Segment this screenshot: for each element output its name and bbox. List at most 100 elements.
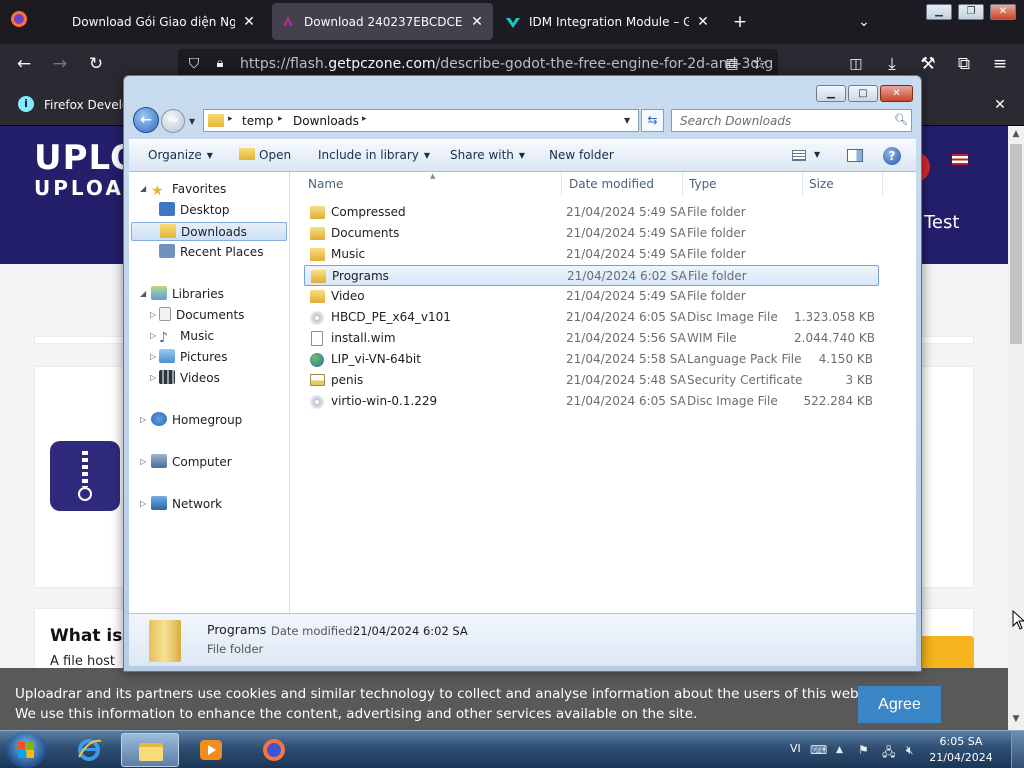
open-button[interactable]: Open: [239, 148, 291, 162]
expand-triangle-icon[interactable]: ▷: [150, 310, 156, 319]
chevron-right-icon[interactable]: ▸: [278, 114, 283, 124]
start-button[interactable]: [6, 732, 46, 768]
list-all-tabs-icon[interactable]: ⌄: [852, 10, 876, 34]
firefox-menu-icon[interactable]: [8, 10, 30, 32]
show-hidden-icons-icon[interactable]: ▲: [836, 745, 843, 755]
file-row[interactable]: install.wim 21/04/2024 5:56 SA WIM File 2.0…: [304, 328, 879, 349]
refresh-icon[interactable]: ⇆: [641, 109, 664, 132]
include-in-library-button[interactable]: Include in library ▼: [318, 148, 430, 162]
minimize-icon[interactable]: ▁: [926, 4, 952, 20]
forward-arrow-icon[interactable]: →: [161, 109, 185, 133]
nav-music[interactable]: ♪ Music: [159, 327, 214, 346]
column-date-modified[interactable]: Date modified: [563, 172, 683, 196]
chevron-down-icon[interactable]: ▼: [814, 150, 820, 159]
taskbar-internet-explorer[interactable]: [60, 733, 118, 767]
recent-pages-icon[interactable]: ▼: [189, 117, 195, 126]
tab-3[interactable]: IDM Integration Module – Get t ✕: [497, 3, 719, 40]
nav-documents[interactable]: Documents: [159, 306, 244, 325]
scroll-down-icon[interactable]: ▼: [1008, 714, 1024, 724]
minimize-icon[interactable]: ▁: [816, 85, 846, 102]
new-folder-button[interactable]: New folder: [549, 148, 614, 162]
hamburger-menu-icon[interactable]: ≡: [988, 52, 1012, 76]
close-notification-icon[interactable]: ✕: [988, 93, 1012, 117]
breadcrumb-temp[interactable]: temp: [242, 114, 273, 128]
extensions-icon[interactable]: ⧉: [952, 52, 976, 76]
tab-1[interactable]: Download Gói Giao diện Ngôn ngữ ✕: [40, 3, 265, 40]
close-tab-icon[interactable]: ✕: [241, 14, 257, 30]
expand-triangle-icon[interactable]: ▷: [140, 499, 146, 508]
action-center-flag-icon[interactable]: ⚑: [858, 743, 869, 757]
chevron-down-icon[interactable]: ▼: [624, 116, 630, 125]
taskbar-media-player[interactable]: [182, 733, 240, 767]
new-tab-icon[interactable]: +: [728, 10, 752, 34]
close-tab-icon[interactable]: ✕: [469, 14, 485, 30]
clock[interactable]: 6:05 SA 21/04/2024: [928, 734, 994, 766]
file-row[interactable]: Video 21/04/2024 5:49 SA File folder: [304, 286, 879, 307]
nav-homegroup[interactable]: Homegroup: [151, 411, 242, 430]
address-bar[interactable]: ▸ temp ▸ Downloads ▸ ▼: [203, 109, 639, 132]
scrollbar-thumb[interactable]: [1010, 144, 1022, 344]
column-size[interactable]: Size: [803, 172, 883, 196]
pocket-icon[interactable]: ◫: [844, 52, 868, 76]
back-icon[interactable]: ←: [12, 52, 36, 76]
downloads-icon[interactable]: ⤓: [880, 52, 904, 76]
nav-downloads[interactable]: Downloads: [131, 222, 287, 241]
nav-recent-places[interactable]: Recent Places: [159, 243, 263, 262]
nav-pictures[interactable]: Pictures: [159, 348, 228, 367]
input-language[interactable]: VI: [790, 742, 801, 755]
nav-network[interactable]: Network: [151, 495, 222, 514]
collapse-triangle-icon[interactable]: ◢: [140, 184, 146, 193]
show-desktop-button[interactable]: [1011, 731, 1024, 768]
nav-videos[interactable]: Videos: [159, 369, 220, 388]
breadcrumb-downloads[interactable]: Downloads: [293, 114, 359, 128]
keyboard-icon[interactable]: ⌨: [810, 743, 827, 757]
taskbar-file-explorer[interactable]: [121, 733, 179, 767]
chevron-right-icon[interactable]: ▸: [362, 114, 367, 124]
flag-icon[interactable]: [952, 154, 968, 165]
file-row[interactable]: penis 21/04/2024 5:48 SA Security Certific…: [304, 370, 879, 391]
shield-icon[interactable]: ⛉: [182, 52, 206, 76]
page-scrollbar[interactable]: ▲ ▼: [1008, 126, 1024, 730]
preview-pane-icon[interactable]: [847, 149, 863, 162]
expand-triangle-icon[interactable]: ▷: [150, 373, 156, 382]
expand-triangle-icon[interactable]: ▷: [140, 415, 146, 424]
download-button[interactable]: [914, 636, 974, 670]
file-row[interactable]: Music 21/04/2024 5:49 SA File folder: [304, 244, 879, 265]
reload-icon[interactable]: ↻: [84, 52, 108, 76]
network-icon[interactable]: 🖧︎: [882, 743, 895, 764]
file-row[interactable]: Documents 21/04/2024 5:49 SA File folder: [304, 223, 879, 244]
file-row[interactable]: Compressed 21/04/2024 5:49 SA File folder: [304, 202, 879, 223]
file-row[interactable]: Programs 21/04/2024 6:02 SA File folder: [304, 265, 879, 286]
reader-view-icon[interactable]: ▤: [720, 52, 744, 76]
share-with-button[interactable]: Share with ▼: [450, 148, 525, 162]
file-row[interactable]: LIP_vi-VN-64bit 21/04/2024 5:58 SA Languag…: [304, 349, 879, 370]
lock-icon[interactable]: 🔒︎: [208, 52, 232, 76]
maximize-icon[interactable]: □: [848, 85, 878, 102]
bookmark-star-icon[interactable]: ☆: [748, 52, 772, 76]
expand-triangle-icon[interactable]: ▷: [150, 352, 156, 361]
nav-libraries[interactable]: Libraries: [151, 285, 224, 304]
expand-triangle-icon[interactable]: ▷: [150, 331, 156, 340]
nav-favorites[interactable]: ★ Favorites: [151, 180, 226, 199]
search-input[interactable]: Search Downloads: [671, 109, 912, 132]
view-options-icon[interactable]: [792, 150, 806, 161]
taskbar-firefox[interactable]: [245, 733, 303, 767]
file-row[interactable]: virtio-win-0.1.229 21/04/2024 6:05 SA Disc…: [304, 391, 879, 412]
help-icon[interactable]: ?: [883, 147, 901, 165]
close-icon[interactable]: ✕: [880, 85, 913, 102]
header-link[interactable]: Test: [924, 212, 959, 233]
volume-muted-icon[interactable]: 🔇︎: [906, 743, 914, 758]
expand-triangle-icon[interactable]: ▷: [140, 457, 146, 466]
tab-2[interactable]: Download 240237EBCDCE rar ✕: [272, 3, 493, 40]
chevron-right-icon[interactable]: ▸: [228, 114, 233, 124]
organize-button[interactable]: Organize ▼: [148, 148, 213, 162]
nav-desktop[interactable]: Desktop: [159, 201, 230, 220]
search-icon[interactable]: 🔍︎: [894, 113, 908, 126]
restore-icon[interactable]: ❐: [958, 4, 984, 20]
forward-icon[interactable]: →: [48, 52, 72, 76]
wrench-icon[interactable]: ⚒: [916, 52, 940, 76]
close-tab-icon[interactable]: ✕: [695, 14, 711, 30]
close-window-icon[interactable]: ✕: [990, 4, 1016, 20]
scroll-up-icon[interactable]: ▲: [1008, 129, 1024, 139]
collapse-triangle-icon[interactable]: ◢: [140, 289, 146, 298]
